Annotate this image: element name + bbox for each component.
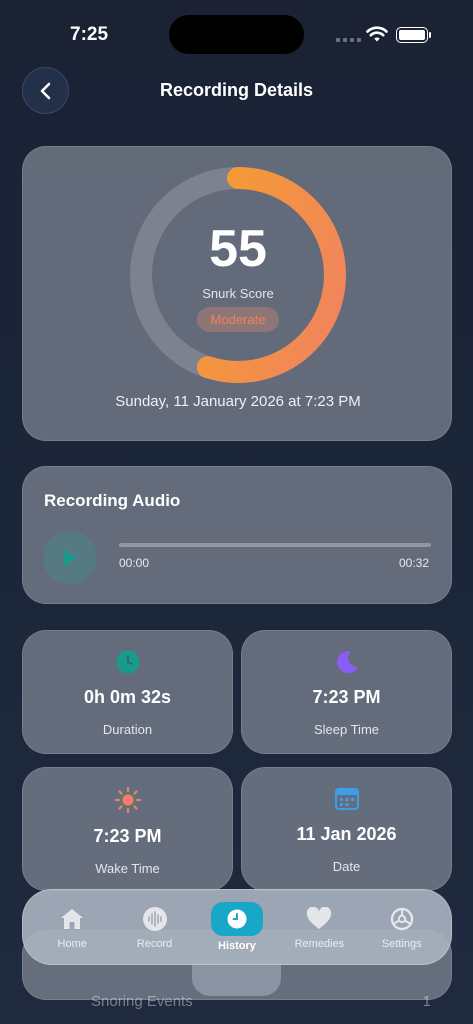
tab-history[interactable]: History [202, 896, 272, 958]
tab-home[interactable]: Home [37, 896, 107, 958]
snoring-events-count: 1 [422, 993, 431, 1010]
home-icon [61, 909, 84, 929]
audio-progress-track[interactable] [119, 543, 431, 547]
heart-icon [307, 907, 332, 929]
recording-audio-card: Recording Audio 00:00 00:32 [22, 466, 452, 604]
snurk-score-card: 55 Snurk Score Moderate Sunday, 11 Janua… [22, 146, 452, 441]
tab-record-label: Record [136, 938, 173, 950]
audio-total-time: 00:32 [398, 556, 429, 570]
sleep-time-label: Sleep Time [313, 722, 380, 737]
score-label: Snurk Score [202, 286, 274, 301]
recording-datetime: Sunday, 11 January 2026 at 7:23 PM [115, 393, 361, 410]
duration-label: Duration [102, 722, 153, 737]
cellular-signal-icon [336, 38, 361, 42]
date-card: 11 Jan 2026 Date [241, 767, 452, 891]
tab-settings-label: Settings [381, 938, 422, 950]
score-value: 55 [209, 220, 267, 278]
clock-icon [116, 650, 139, 674]
duration-value: 0h 0m 32s [83, 687, 172, 707]
sun-icon [114, 786, 141, 814]
status-time: 7:25 [70, 24, 109, 45]
moon-icon [336, 651, 358, 674]
sleep-time-value: 7:23 PM [312, 687, 381, 707]
wifi-icon [366, 26, 388, 42]
calendar-icon [334, 788, 359, 810]
snoring-events-label: Snoring Events [91, 993, 193, 1010]
play-icon [64, 550, 77, 566]
audio-current-time: 00:00 [119, 556, 150, 570]
duration-card: 0h 0m 32s Duration [22, 630, 233, 754]
tab-bar: Home Record History Remedies Settings [22, 889, 452, 965]
sleep-time-card: 7:23 PM Sleep Time [241, 630, 452, 754]
tab-history-label: History [218, 940, 256, 952]
status-bar: 7:25 [0, 0, 473, 60]
tab-record[interactable]: Record [120, 896, 190, 958]
battery-icon [396, 27, 431, 43]
waveform-icon [142, 907, 167, 931]
tab-remedies[interactable]: Remedies [284, 896, 354, 958]
tab-indicator-knob [192, 960, 281, 996]
tab-remedies-label: Remedies [294, 938, 345, 950]
date-value: 11 Jan 2026 [296, 824, 397, 844]
clock-icon [227, 909, 247, 929]
wake-time-card: 7:23 PM Wake Time [22, 767, 233, 891]
severity-badge: Moderate [197, 307, 279, 332]
gear-icon [390, 907, 413, 931]
dynamic-island [169, 15, 304, 54]
tab-home-label: Home [57, 938, 87, 950]
play-button[interactable] [43, 531, 97, 585]
date-label: Date [332, 859, 361, 874]
wake-time-label: Wake Time [95, 861, 160, 876]
wake-time-value: 7:23 PM [93, 826, 162, 846]
page-title: Recording Details [159, 80, 314, 100]
audio-title: Recording Audio [44, 491, 181, 510]
tab-settings[interactable]: Settings [367, 896, 437, 958]
